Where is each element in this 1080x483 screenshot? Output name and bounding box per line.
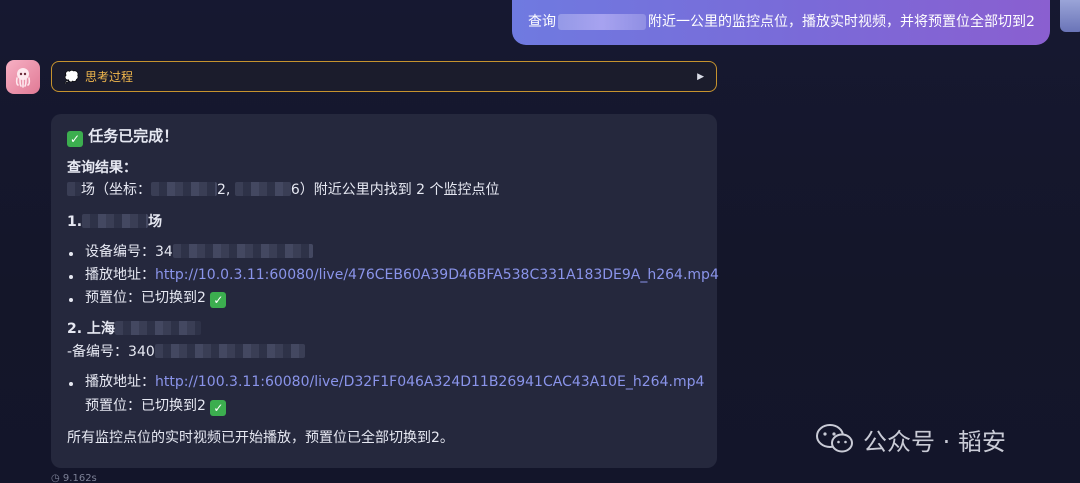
result-summary: 场（坐标： 2, 6）附近公里内找到 2 个监控点位 <box>67 180 500 200</box>
redacted-text <box>82 214 149 228</box>
item1-play-label: 播放地址： <box>85 267 155 283</box>
thought-bubble-icon: 💭 <box>64 69 79 84</box>
item2-play-label: 播放地址： <box>85 374 155 390</box>
redacted-text <box>67 182 81 196</box>
item1-device-label: 设备编号：34 <box>85 244 173 260</box>
item1-play-link[interactable]: http://10.0.3.11:60080/live/476CEB60A39D… <box>155 267 719 283</box>
item2-play-link[interactable]: http://100.3.11:60080/live/D32F1F046A324… <box>155 374 704 390</box>
redacted-text <box>151 182 217 196</box>
bullet <box>69 298 73 302</box>
item2-play: 播放地址：http://100.3.11:60080/live/D32F1F04… <box>85 372 704 392</box>
redacted-text <box>154 344 305 358</box>
redacted-location <box>558 14 646 30</box>
octopus-icon <box>15 68 31 88</box>
chat-page: 查询 附近一公里的监控点位，播放实时视频，并将预置位全部切到2 💭 思考过程 ▶ … <box>0 0 1080 483</box>
check-mark-icon: ✓ <box>210 400 227 416</box>
item2-title-prefix: 2. 上海 <box>67 321 115 337</box>
status-title-row: ✓ 任务已完成！ <box>67 126 178 147</box>
user-message-prefix: 查询 <box>528 14 556 30</box>
item1-preset-label: 预置位：已切换到2 <box>85 290 206 306</box>
user-message-bubble: 查询 附近一公里的监控点位，播放实时视频，并将预置位全部切到2 <box>512 0 1050 45</box>
assistant-answer-card: ✓ 任务已完成！ 查询结果： 场（坐标： 2, 6）附近公里内找到 2 个监控点位… <box>51 114 719 468</box>
assistant-avatar <box>6 60 40 94</box>
clock-icon: ◷ <box>51 473 60 483</box>
item1-title-suffix: 场 <box>148 214 163 230</box>
summary-part3: 6）附近公里内找到 2 个监控点位 <box>290 182 500 198</box>
elapsed-time: ◷ 9.162s <box>51 473 97 483</box>
check-mark-icon: ✓ <box>67 131 83 147</box>
play-triangle-icon[interactable]: ▶ <box>697 72 704 82</box>
watermark-text: 公众号 · 韬安 <box>863 427 1006 456</box>
item1-title: 1. 场 <box>67 212 162 232</box>
bullet <box>69 252 73 256</box>
elapsed-time-value: 9.162s <box>62 473 97 483</box>
summary-part2: 2, <box>217 182 231 198</box>
redacted-text <box>114 321 201 335</box>
item2-device-label: -备编号：340 <box>67 344 155 360</box>
item2-device: -备编号：340 <box>67 342 305 362</box>
result-heading: 查询结果： <box>67 160 137 176</box>
wechat-icon <box>816 424 853 453</box>
status-title: 任务已完成！ <box>88 127 179 145</box>
item2-preset: 预置位：已切换到2 ✓ <box>85 396 227 416</box>
item2-preset-label: 预置位：已切换到2 <box>85 398 206 414</box>
summary-part1: 场（坐标： <box>81 182 151 198</box>
item2-title: 2. 上海 <box>67 319 201 339</box>
thinking-label: 思考过程 <box>84 70 133 84</box>
bullet <box>69 275 73 279</box>
thinking-process-toggle[interactable]: 💭 思考过程 ▶ <box>51 61 717 92</box>
redacted-text <box>234 182 291 196</box>
user-avatar <box>1060 0 1080 32</box>
check-mark-icon: ✓ <box>210 292 227 308</box>
wechat-watermark: 公众号 · 韬安 <box>815 421 1006 457</box>
item1-device: 设备编号：34 <box>85 242 313 262</box>
user-message-suffix: 附近一公里的监控点位，播放实时视频，并将预置位全部切到2 <box>648 14 1035 30</box>
item1-play: 播放地址：http://10.0.3.11:60080/live/476CEB6… <box>85 265 719 285</box>
redacted-text <box>172 244 313 258</box>
bullet <box>69 382 73 386</box>
closing-text: 所有监控点位的实时视频已开始播放，预置位已全部切换到2。 <box>67 430 454 446</box>
item1-title-prefix: 1. <box>67 214 83 230</box>
item1-preset: 预置位：已切换到2 ✓ <box>85 288 227 308</box>
